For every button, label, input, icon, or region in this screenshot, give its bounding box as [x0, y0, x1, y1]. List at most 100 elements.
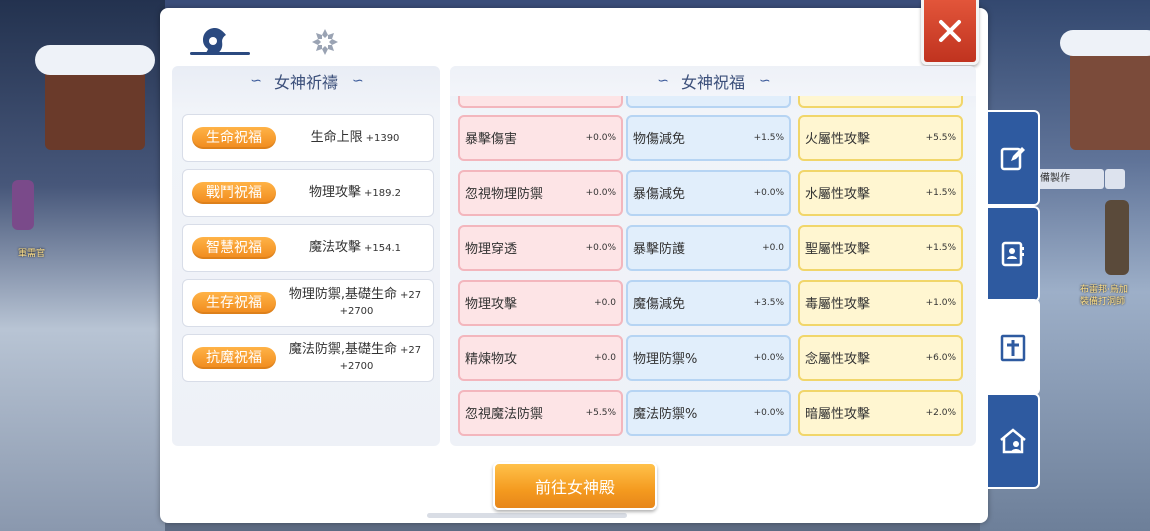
prayer-stat-text: 物理防禦,基礎生命 +27 +2700 — [289, 287, 421, 320]
blessing-cell: 暴擊傷害 +0.0% — [458, 115, 623, 161]
blessing-cell: 暗屬性攻擊 +2.0% — [798, 390, 963, 436]
prayer-row: 抗魔祝福 魔法防禦,基礎生命 +27 +2700 — [182, 334, 434, 382]
attribute-value: +0.0 — [594, 353, 616, 363]
stat-value: +27 — [400, 289, 422, 301]
blessing-cell: 物理穿透 +0.0% — [458, 225, 623, 271]
side-tab-edit[interactable] — [988, 110, 1040, 206]
attribute-name: 暴傷減免 — [633, 187, 686, 202]
stat-value: +154.1 — [364, 242, 402, 254]
blessing-cell: 忽視物理防禦 +0.0% — [458, 170, 623, 216]
stat-value-2: +2700 — [339, 360, 374, 372]
blessing-badge: 抗魔祝福 — [192, 347, 276, 369]
goto-temple-button[interactable]: 前往女神殿 — [493, 462, 657, 510]
blessing-cell: 物傷減免 +1.5% — [626, 115, 791, 161]
npc-name-line: 裝備打洞師 — [1080, 297, 1126, 307]
attribute-name: 念屬性攻擊 — [805, 352, 871, 367]
side-tab-contacts[interactable] — [988, 206, 1040, 302]
attribute-name: 魔法防禦% — [633, 407, 698, 422]
attribute-value: +0.0% — [585, 188, 616, 198]
blessing-cell: 念屬性攻擊 +6.0% — [798, 335, 963, 381]
attribute-value: +0.0% — [753, 408, 784, 418]
attribute-name: 聖屬性攻擊 — [805, 242, 871, 257]
stat-name: 物理攻擊 — [308, 184, 361, 200]
prayer-stat: 物理防禦,基礎生命 +27 +2700 — [283, 280, 427, 326]
blessing-cell: 聖屬性攻擊 +1.5% — [798, 225, 963, 271]
blessing-cell: 魔法防禦% +0.0% — [626, 390, 791, 436]
attribute-name: 物理防禦% — [633, 352, 698, 367]
attribute-value: +1.0% — [925, 298, 956, 308]
blessing-badge: 智慧祝福 — [192, 237, 276, 259]
prayer-section: ∽ 女神祈禱 ∽ 生命祝福 生命上限 +1390 戰鬥祝福 物理攻擊 +189.2 智慧祝福… — [172, 66, 440, 446]
attribute-name: 火屬性攻擊 — [805, 132, 871, 147]
attribute-name: 魔傷減免 — [633, 297, 686, 312]
prayer-stat-text: 魔法防禦,基礎生命 +27 +2700 — [289, 342, 421, 375]
tab-emblem[interactable] — [300, 22, 350, 62]
prayer-row: 生存祝福 物理防禦,基礎生命 +27 +2700 — [182, 279, 434, 327]
stat-value-2: +2700 — [339, 305, 374, 317]
npc-name-right[interactable]: 布雷邦·烏加 裝備打洞師 — [1080, 284, 1128, 308]
goddess-panel: ∽ 女神祈禱 ∽ 生命祝福 生命上限 +1390 戰鬥祝福 物理攻擊 +189.2 智慧祝福… — [160, 8, 988, 523]
attribute-value: +1.5% — [753, 133, 784, 143]
snow-roof — [35, 45, 155, 75]
attribute-value: +0.0% — [753, 353, 784, 363]
npc-figure[interactable] — [12, 180, 34, 230]
swirl-ornament-icon: ∽ — [759, 73, 771, 89]
blessing-cell: 火屬性攻擊 +5.5% — [798, 115, 963, 161]
blessing-cell: 忽視魔法防禦 +5.5% — [458, 390, 623, 436]
prayer-title-bar: ∽ 女神祈禱 ∽ — [172, 66, 440, 96]
edit-icon — [1000, 147, 1025, 171]
attribute-name: 忽視魔法防禦 — [465, 407, 544, 422]
blessing-badge: 生命祝福 — [192, 127, 276, 149]
blessing-cell: 毒屬性攻擊 +1.0% — [798, 280, 963, 326]
npc-figure[interactable] — [1105, 200, 1129, 275]
attribute-name: 暴擊防護 — [633, 242, 686, 257]
blessing-badge: 生存祝福 — [192, 292, 276, 314]
snowflake-emblem-icon — [312, 29, 338, 55]
stat-name: 魔法防禦,基礎生命 — [288, 341, 398, 357]
blessing-badge: 戰鬥祝福 — [192, 182, 276, 204]
background-chip[interactable]: 備製作 — [1036, 169, 1104, 189]
attribute-name: 精煉物攻 — [465, 352, 518, 367]
attribute-value: +1.5% — [925, 188, 956, 198]
blessing-cell: 暴傷減免 +0.0% — [626, 170, 791, 216]
attribute-value: +6.0% — [925, 353, 956, 363]
attribute-value: +0.0% — [585, 133, 616, 143]
stat-name: 物理防禦,基礎生命 — [288, 286, 398, 302]
blessing-cell: 魔傷減免 +3.5% — [626, 280, 791, 326]
blessing-cell: 暴擊防護 +0.0 — [626, 225, 791, 271]
prayer-row: 智慧祝福 魔法攻擊 +154.1 — [182, 224, 434, 272]
attribute-name: 物理穿透 — [465, 242, 518, 257]
attribute-value: +5.5% — [925, 133, 956, 143]
prayer-stat: 生命上限 +1390 — [283, 115, 427, 161]
swirl-ornament-icon: ∽ — [250, 73, 262, 89]
attribute-name: 暴擊傷害 — [465, 132, 518, 147]
guild-house-icon — [1000, 428, 1026, 454]
attribute-name: 水屬性攻擊 — [805, 187, 871, 202]
stat-value: +27 — [400, 344, 422, 356]
attribute-value: +1.5% — [925, 243, 956, 253]
blessing-section[interactable]: ∽ 女神祝福 ∽ 暴擊傷害 +0.0% 忽視物理防禦 +0.0% 物理穿透 +0.0% 物理… — [450, 66, 976, 446]
section-title: 女神祈禱 — [273, 73, 338, 92]
swirl-ornament-icon: ∽ — [657, 73, 669, 89]
npc-name-left[interactable]: 軍需官 — [18, 246, 45, 259]
close-button[interactable] — [921, 0, 979, 65]
attribute-name: 物傷減免 — [633, 132, 686, 147]
scrollbar[interactable] — [427, 513, 627, 518]
cottage — [1070, 40, 1150, 150]
blessing-cell: 物理攻擊 +0.0 — [458, 280, 623, 326]
attribute-value: +5.5% — [585, 408, 616, 418]
attribute-name: 物理攻擊 — [465, 297, 518, 312]
blessing-cell: 精煉物攻 +0.0 — [458, 335, 623, 381]
prayer-stat: 魔法防禦,基礎生命 +27 +2700 — [283, 335, 427, 381]
prayer-stat: 魔法攻擊 +154.1 — [283, 225, 427, 271]
side-tab-guild[interactable] — [988, 393, 1040, 489]
chip-icon[interactable] — [1105, 169, 1125, 189]
blessing-cell: 水屬性攻擊 +1.5% — [798, 170, 963, 216]
side-tab-shrine[interactable] — [988, 299, 1040, 395]
prayer-stat-text: 物理攻擊 +189.2 — [309, 185, 401, 202]
stat-value: +1390 — [365, 132, 400, 144]
tab-goddess[interactable] — [190, 22, 240, 62]
attribute-value: +0.0% — [753, 188, 784, 198]
prayer-row: 生命祝福 生命上限 +1390 — [182, 114, 434, 162]
stat-value: +189.2 — [364, 187, 402, 199]
